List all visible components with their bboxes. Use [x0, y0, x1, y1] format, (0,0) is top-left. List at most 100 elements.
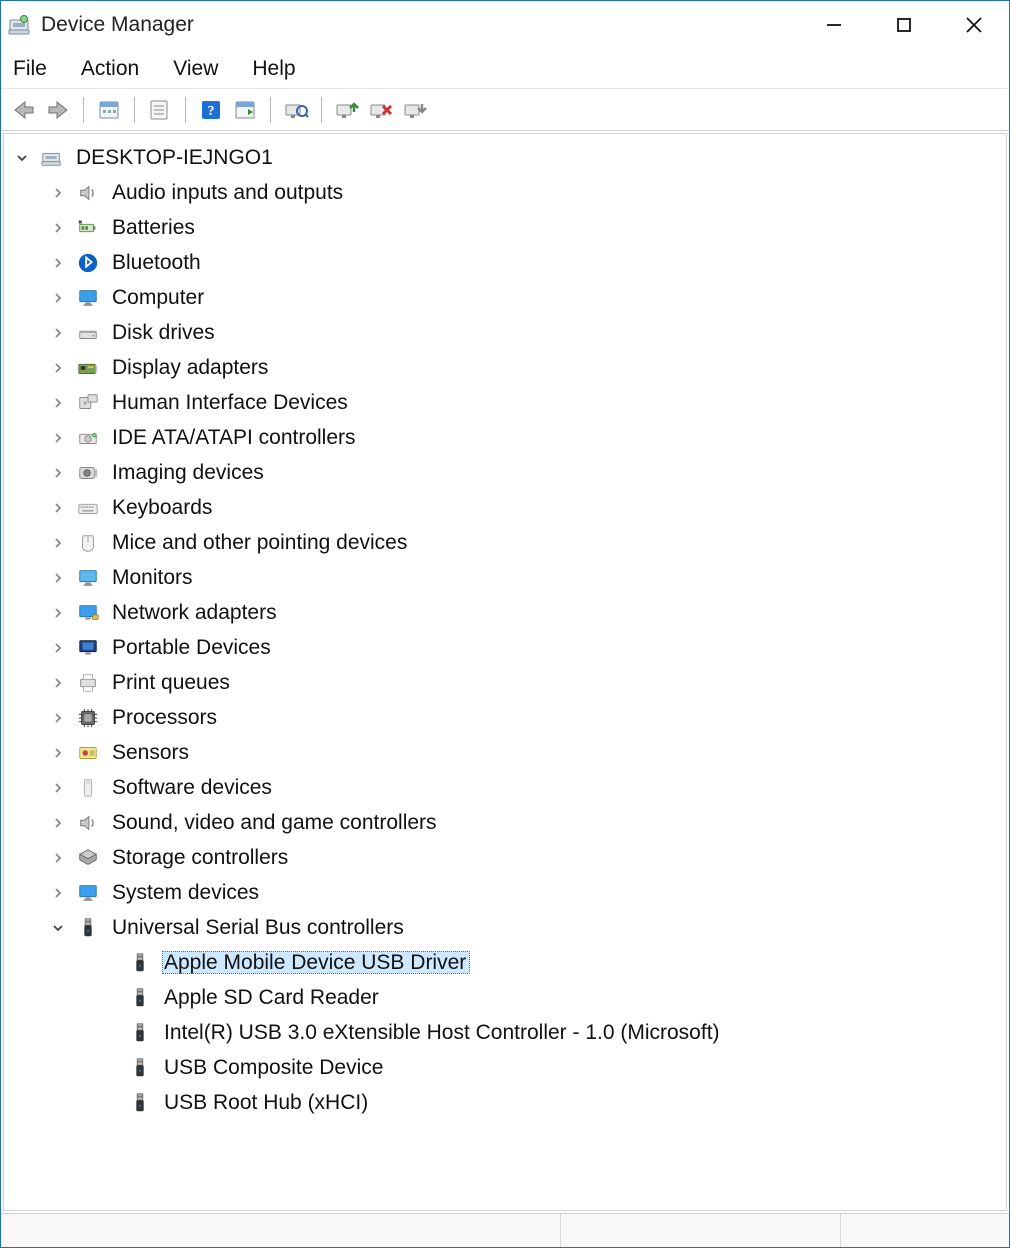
- tree-item-label: Bluetooth: [110, 251, 205, 274]
- chevron-right-icon[interactable]: [46, 531, 70, 555]
- help-button[interactable]: ?: [196, 95, 226, 125]
- menu-file[interactable]: File: [13, 57, 47, 81]
- tree-category[interactable]: Human Interface Devices: [10, 385, 1006, 420]
- tree-category[interactable]: Imaging devices: [10, 455, 1006, 490]
- tree-category[interactable]: Software devices: [10, 770, 1006, 805]
- chevron-right-icon[interactable]: [46, 636, 70, 660]
- chevron-right-icon[interactable]: [46, 391, 70, 415]
- chevron-right-icon[interactable]: [46, 741, 70, 765]
- chevron-right-icon[interactable]: [46, 566, 70, 590]
- window-controls: [799, 1, 1009, 49]
- tree-device[interactable]: Intel(R) USB 3.0 eXtensible Host Control…: [10, 1015, 1006, 1050]
- tree-category[interactable]: Sensors: [10, 735, 1006, 770]
- chevron-right-icon[interactable]: [46, 356, 70, 380]
- device-tree[interactable]: DESKTOP-IEJNGO1 Audio inputs and outputs B…: [3, 133, 1007, 1211]
- chevron-right-icon[interactable]: [46, 846, 70, 870]
- usb-device-icon: [128, 1091, 152, 1115]
- statusbar: [1, 1213, 1009, 1247]
- forward-button[interactable]: [43, 95, 73, 125]
- tree-device[interactable]: USB Root Hub (xHCI): [10, 1085, 1006, 1120]
- tree-category[interactable]: Monitors: [10, 560, 1006, 595]
- chevron-right-icon[interactable]: [46, 251, 70, 275]
- menu-action[interactable]: Action: [81, 57, 139, 81]
- tree-item-label: Portable Devices: [110, 636, 275, 659]
- tree-item-label: Intel(R) USB 3.0 eXtensible Host Control…: [162, 1021, 724, 1044]
- uninstall-device-button[interactable]: [366, 95, 396, 125]
- tree-category[interactable]: Sound, video and game controllers: [10, 805, 1006, 840]
- show-hidden-button[interactable]: [94, 95, 124, 125]
- status-cell: [1, 1214, 561, 1247]
- close-button[interactable]: [939, 1, 1009, 49]
- printer-icon: [76, 671, 100, 695]
- scan-hardware-button[interactable]: [281, 95, 311, 125]
- tree-item-label: System devices: [110, 881, 263, 904]
- maximize-button[interactable]: [869, 1, 939, 49]
- chevron-right-icon[interactable]: [46, 496, 70, 520]
- tree-item-label: Print queues: [110, 671, 234, 694]
- tree-category[interactable]: Network adapters: [10, 595, 1006, 630]
- tree-item-label: Processors: [110, 706, 221, 729]
- chevron-right-icon[interactable]: [46, 706, 70, 730]
- software-icon: [76, 776, 100, 800]
- cpu-icon: [76, 706, 100, 730]
- device-manager-window: Device Manager File Action View Help: [0, 0, 1010, 1248]
- titlebar[interactable]: Device Manager: [1, 1, 1009, 49]
- tree-item-label: Monitors: [110, 566, 197, 589]
- tree-root[interactable]: DESKTOP-IEJNGO1: [10, 140, 1006, 175]
- window-title: Device Manager: [41, 13, 194, 37]
- chevron-right-icon[interactable]: [46, 461, 70, 485]
- tree-device[interactable]: USB Composite Device: [10, 1050, 1006, 1085]
- tree-item-label: DESKTOP-IEJNGO1: [74, 146, 277, 169]
- disable-device-button[interactable]: [400, 95, 430, 125]
- usb-device-icon: [128, 986, 152, 1010]
- portable-icon: [76, 636, 100, 660]
- tree-category[interactable]: Print queues: [10, 665, 1006, 700]
- minimize-button[interactable]: [799, 1, 869, 49]
- tree-item-label: Apple Mobile Device USB Driver: [162, 951, 470, 974]
- chevron-right-icon[interactable]: [46, 601, 70, 625]
- chevron-right-icon[interactable]: [46, 321, 70, 345]
- tree-category[interactable]: Audio inputs and outputs: [10, 175, 1006, 210]
- chevron-right-icon[interactable]: [46, 881, 70, 905]
- disk-icon: [76, 321, 100, 345]
- monitor-icon: [76, 286, 100, 310]
- tree-category[interactable]: IDE ATA/ATAPI controllers: [10, 420, 1006, 455]
- tree-category[interactable]: Computer: [10, 280, 1006, 315]
- tree-category[interactable]: Mice and other pointing devices: [10, 525, 1006, 560]
- tree-category[interactable]: Processors: [10, 700, 1006, 735]
- tree-device[interactable]: Apple SD Card Reader: [10, 980, 1006, 1015]
- tree-category[interactable]: Bluetooth: [10, 245, 1006, 280]
- tree-item-label: Computer: [110, 286, 208, 309]
- keyboard-icon: [76, 496, 100, 520]
- tree-category[interactable]: Disk drives: [10, 315, 1006, 350]
- chevron-right-icon[interactable]: [46, 216, 70, 240]
- tree-device[interactable]: Apple Mobile Device USB Driver: [10, 945, 1006, 980]
- hid-icon: [76, 391, 100, 415]
- chevron-down-icon[interactable]: [46, 916, 70, 940]
- computer-root-icon: [40, 146, 64, 170]
- tree-category[interactable]: System devices: [10, 875, 1006, 910]
- tree-category[interactable]: Batteries: [10, 210, 1006, 245]
- chevron-right-icon[interactable]: [46, 776, 70, 800]
- tree-category[interactable]: Storage controllers: [10, 840, 1006, 875]
- properties-button[interactable]: [145, 95, 175, 125]
- chevron-right-icon[interactable]: [46, 181, 70, 205]
- tree-category[interactable]: Portable Devices: [10, 630, 1006, 665]
- tree-category[interactable]: Display adapters: [10, 350, 1006, 385]
- action-button[interactable]: [230, 95, 260, 125]
- menu-help[interactable]: Help: [252, 57, 295, 81]
- tree-category-usb[interactable]: Universal Serial Bus controllers: [10, 910, 1006, 945]
- menu-view[interactable]: View: [173, 57, 218, 81]
- chevron-right-icon[interactable]: [46, 426, 70, 450]
- update-driver-button[interactable]: [332, 95, 362, 125]
- tree-item-label: IDE ATA/ATAPI controllers: [110, 426, 360, 449]
- tree-category[interactable]: Keyboards: [10, 490, 1006, 525]
- back-button[interactable]: [9, 95, 39, 125]
- tree-item-label: Batteries: [110, 216, 199, 239]
- chevron-right-icon[interactable]: [46, 811, 70, 835]
- chevron-right-icon[interactable]: [46, 286, 70, 310]
- menubar: File Action View Help: [1, 49, 1009, 89]
- chevron-right-icon[interactable]: [46, 671, 70, 695]
- chevron-down-icon[interactable]: [10, 146, 34, 170]
- tree-item-label: Storage controllers: [110, 846, 292, 869]
